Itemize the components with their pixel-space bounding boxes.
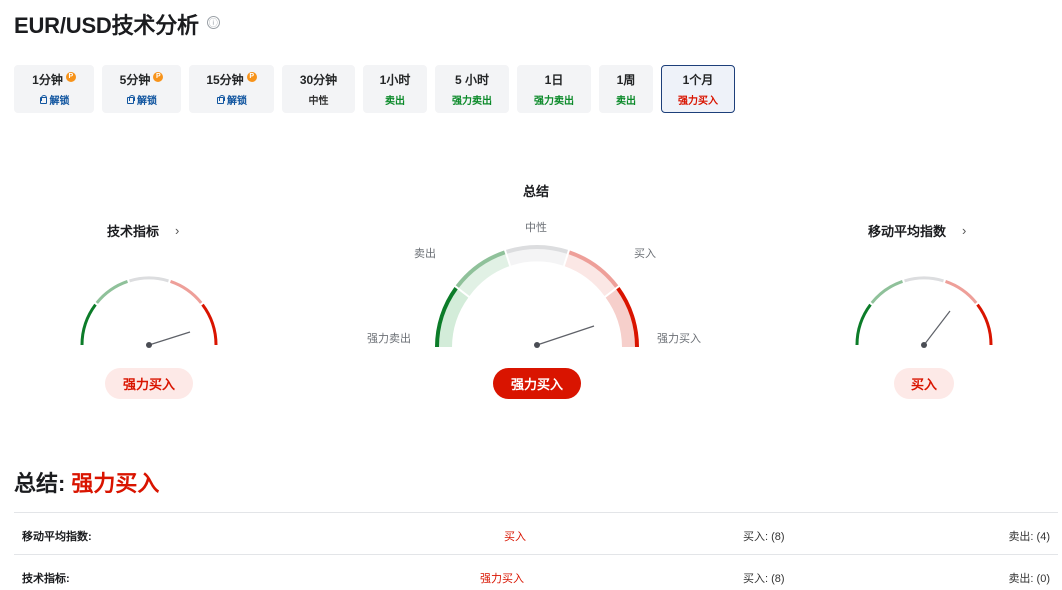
chevron-right-icon: ›: [962, 223, 967, 238]
lock-icon: [216, 95, 225, 104]
tab-label: 5分钟: [119, 73, 151, 87]
tab-label: 30分钟: [299, 73, 338, 87]
unlock-label: 解锁: [137, 96, 157, 107]
title-row: EUR/USD技术分析 ⓘ: [14, 8, 220, 40]
gauge-buy-arc: [169, 279, 203, 304]
row-buy-count: 买入: (8): [743, 531, 785, 543]
summary-gauge: [435, 245, 639, 348]
unlock-label: 解锁: [49, 96, 70, 107]
page-title: EUR/USD技术分析: [14, 13, 199, 38]
gauge-sell-arc: [95, 279, 129, 304]
tab-signal: 中性: [308, 96, 329, 107]
gauge-buy-fill: [564, 252, 617, 296]
tab-1month[interactable]: 1个月 强力买入: [661, 65, 735, 113]
row-sell-count: 卖出: (4): [1008, 531, 1050, 543]
gauge-label-neutral: 中性: [525, 222, 547, 234]
gauge-strong-buy-arc: [976, 303, 993, 346]
tab-label: 1个月: [682, 73, 714, 87]
tab-signal: 强力买入: [678, 96, 718, 107]
row-buy-count: 买入: (8): [743, 573, 785, 585]
technical-gauge-label: 技术指标: [107, 224, 160, 239]
tab-label: 15分钟: [206, 73, 244, 87]
tab-label: 1分钟: [32, 73, 63, 87]
tab-1day[interactable]: 1日 强力卖出: [517, 65, 591, 113]
summary-label: 总结:: [14, 471, 66, 496]
gauge-pivot: [534, 342, 540, 348]
summary-result-badge: 强力买入: [493, 368, 581, 399]
row-name: 技术指标:: [22, 573, 70, 585]
gauge-label-strong-sell: 强力卖出: [367, 333, 411, 345]
gauge-strong-buy-arc: [201, 303, 218, 346]
gauge-needle: [923, 310, 951, 346]
gauge-pivot: [146, 342, 152, 348]
pro-icon: P: [65, 71, 76, 82]
tab-label: 1周: [616, 73, 636, 87]
moving-avg-gauge-title[interactable]: 移动平均指数 ›: [868, 221, 966, 240]
tab-1min[interactable]: 1分钟 P 解锁: [14, 65, 94, 113]
tab-label: 5 小时: [454, 73, 489, 87]
gauge-strong-sell-arc: [80, 303, 97, 346]
gauge-sell-arc: [870, 279, 904, 304]
summary-table: 移动平均指数: 买入 买入: (8) 卖出: (4) 技术指标: 强力买入 买入…: [14, 512, 1058, 590]
lock-icon: [126, 95, 135, 104]
timeframe-tabs: 1分钟 P 解锁 5分钟 P 解锁 15分钟 P 解锁 30分钟 中性 1小时 卖出 …: [14, 65, 735, 113]
gauge-strong-sell-arc: [855, 303, 872, 346]
tab-signal: 强力卖出: [534, 96, 574, 107]
unlock-label: 解锁: [227, 96, 247, 107]
table-row: 技术指标: 强力买入 买入: (8) 卖出: (0): [14, 555, 1058, 590]
moving-avg-gauge-label: 移动平均指数: [868, 224, 947, 239]
moving-avg-result-badge: 买入: [894, 368, 954, 399]
technical-result-badge: 强力买入: [105, 368, 193, 399]
tab-signal: 卖出: [385, 96, 405, 107]
technical-gauge: [80, 276, 218, 348]
lock-icon: [39, 95, 48, 104]
tab-label: 1小时: [379, 73, 411, 87]
gauge-needle: [536, 325, 595, 346]
gauge-needle: [148, 331, 191, 346]
tab-15min[interactable]: 15分钟 P 解锁: [189, 65, 274, 113]
moving-avg-gauge: [855, 276, 993, 348]
gauge-label-strong-buy: 强力买入: [657, 333, 701, 345]
row-signal: 强力买入: [480, 573, 524, 585]
gauge-pivot: [921, 342, 927, 348]
tab-label: 1日: [544, 73, 564, 87]
gauge-sell-fill: [457, 252, 510, 296]
pro-icon: P: [153, 71, 164, 82]
chevron-right-icon: ›: [175, 223, 180, 238]
tab-30min[interactable]: 30分钟 中性: [282, 65, 355, 113]
technical-gauge-title[interactable]: 技术指标 ›: [107, 221, 179, 240]
tab-1hour[interactable]: 1小时 卖出: [363, 65, 427, 113]
tab-5min[interactable]: 5分钟 P 解锁: [102, 65, 181, 113]
info-icon[interactable]: ⓘ: [206, 15, 220, 29]
tab-signal: 卖出: [616, 96, 636, 107]
gauge-buy-arc: [944, 279, 978, 304]
tab-1week[interactable]: 1周 卖出: [599, 65, 653, 113]
tab-5hour[interactable]: 5 小时 强力卖出: [435, 65, 509, 113]
summary-headline: 总结: 强力买入: [14, 466, 159, 498]
gauge-neutral-arc: [904, 276, 944, 283]
row-signal: 买入: [504, 531, 526, 543]
pro-icon: P: [246, 71, 257, 82]
table-row: 移动平均指数: 买入 买入: (8) 卖出: (4): [14, 513, 1058, 555]
summary-gauge-title: 总结: [523, 184, 550, 199]
row-sell-count: 卖出: (0): [1008, 573, 1050, 585]
summary-value: 强力买入: [71, 471, 160, 496]
row-name: 移动平均指数:: [22, 531, 92, 543]
tab-signal: 强力卖出: [452, 96, 492, 107]
gauge-neutral-arc: [129, 276, 169, 283]
